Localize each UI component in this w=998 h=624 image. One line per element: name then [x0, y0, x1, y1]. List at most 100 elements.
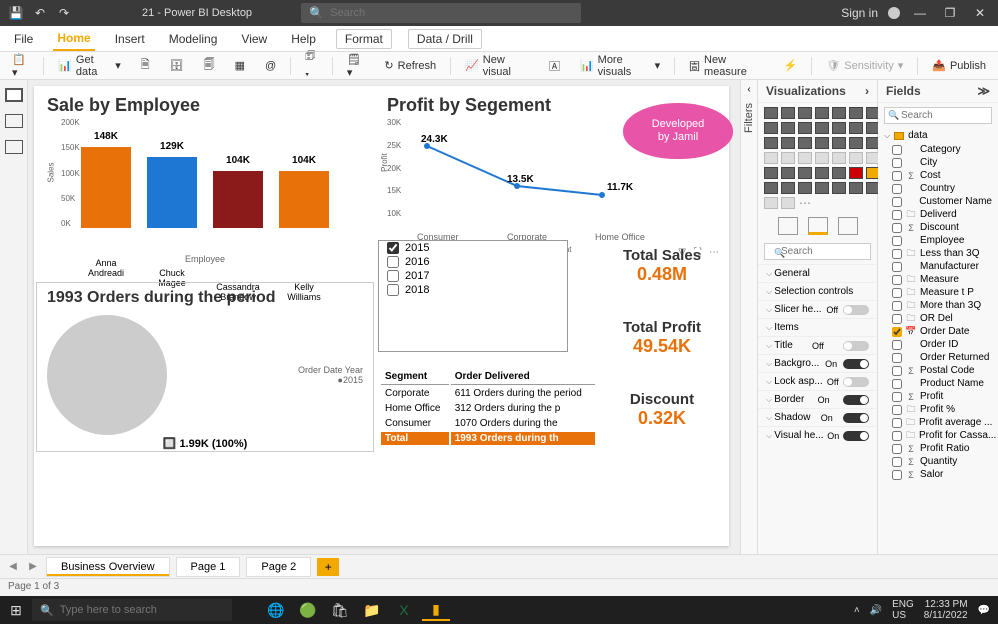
viz-type-icon[interactable]: [798, 107, 812, 119]
toggle[interactable]: [843, 395, 869, 405]
viz-type-icon[interactable]: [781, 197, 795, 209]
field-checkbox[interactable]: [892, 275, 902, 285]
more-viz-icon[interactable]: ⋯: [798, 197, 812, 209]
field-row[interactable]: 🗀Deliverd: [878, 208, 998, 221]
viz-type-icon[interactable]: [781, 107, 795, 119]
field-row[interactable]: ΣProfit Ratio: [878, 442, 998, 455]
field-checkbox[interactable]: [892, 171, 902, 181]
viz-type-icon[interactable]: [832, 107, 846, 119]
taskbar-app-store-icon[interactable]: 🛍: [326, 599, 354, 621]
toggle[interactable]: [843, 377, 869, 387]
field-row[interactable]: 🗀OR Del: [878, 312, 998, 325]
field-row[interactable]: ΣProfit: [878, 390, 998, 403]
format-section[interactable]: Selection controls: [758, 282, 877, 300]
close-icon[interactable]: ✕: [970, 3, 990, 23]
fields-well-icon[interactable]: [778, 217, 798, 235]
field-checkbox[interactable]: [892, 444, 902, 454]
next-page-icon[interactable]: ▶: [26, 561, 40, 572]
tell-me-input[interactable]: [330, 7, 573, 19]
fields-list[interactable]: ⌵data CategoryCityΣCostCountryCustomer N…: [878, 128, 998, 554]
avatar-icon[interactable]: [888, 7, 900, 19]
visual-orders-donut[interactable]: 1993 Orders during the period Order Date…: [36, 282, 374, 452]
field-checkbox[interactable]: [892, 366, 902, 376]
tab-file[interactable]: File: [10, 28, 37, 50]
format-section[interactable]: ShadowOn: [758, 408, 877, 426]
field-checkbox[interactable]: [892, 470, 902, 480]
field-checkbox[interactable]: [892, 223, 902, 233]
visual-segment-table[interactable]: SegmentOrder Delivered Corporate611 Orde…: [378, 366, 598, 456]
viz-type-icon[interactable]: [764, 152, 778, 164]
field-checkbox[interactable]: [892, 184, 902, 194]
get-data-button[interactable]: 📊 Get data ▾: [52, 52, 127, 80]
format-well-icon[interactable]: [808, 217, 828, 235]
report-view-icon[interactable]: [5, 88, 23, 102]
format-section[interactable]: TitleOff: [758, 336, 877, 354]
field-checkbox[interactable]: [892, 457, 902, 467]
field-checkbox[interactable]: [892, 301, 902, 311]
field-row[interactable]: Order Returned: [878, 351, 998, 364]
field-checkbox[interactable]: [892, 327, 902, 337]
visual-sale-by-employee[interactable]: Sale by Employee Sales 200K150K100K50K0K…: [36, 88, 374, 278]
data-view-icon[interactable]: [5, 114, 23, 128]
field-checkbox[interactable]: [892, 340, 902, 350]
taskbar-app-chrome-icon[interactable]: 🟢: [294, 599, 322, 621]
viz-type-icon[interactable]: [815, 137, 829, 149]
field-row[interactable]: Product Name: [878, 377, 998, 390]
taskbar-app-excel-icon[interactable]: X: [390, 599, 418, 621]
viz-type-icon[interactable]: [815, 152, 829, 164]
tray-chevron-icon[interactable]: ˄: [854, 605, 860, 616]
slicer-checkbox[interactable]: [387, 284, 399, 296]
field-checkbox[interactable]: [892, 236, 902, 246]
viz-type-icon[interactable]: [764, 137, 778, 149]
field-checkbox[interactable]: [892, 418, 902, 428]
canvas-scroll[interactable]: Sale by Employee Sales 200K150K100K50K0K…: [28, 80, 740, 554]
format-section[interactable]: BorderOn: [758, 390, 877, 408]
taskbar-app-edge-icon[interactable]: 🌐: [262, 599, 290, 621]
manage-model-icon[interactable]: 🗒▾: [341, 51, 371, 81]
viz-type-r-icon[interactable]: [849, 167, 863, 179]
field-row[interactable]: 🗀Profit average ...: [878, 416, 998, 429]
card-total-profit[interactable]: Total Profit 49.54K: [600, 318, 724, 378]
viz-type-icon[interactable]: [764, 197, 778, 209]
card-total-sales[interactable]: Total Sales 0.48M: [600, 246, 724, 306]
field-checkbox[interactable]: [892, 392, 902, 402]
collapse-viz-icon[interactable]: ›: [865, 84, 869, 98]
viz-type-icon[interactable]: [815, 167, 829, 179]
slicer-checkbox[interactable]: [387, 256, 399, 268]
viz-type-icon[interactable]: [832, 122, 846, 134]
page-tab[interactable]: Business Overview: [46, 557, 170, 577]
field-checkbox[interactable]: [892, 210, 902, 220]
field-row[interactable]: Employee: [878, 234, 998, 247]
viz-type-icon[interactable]: [798, 167, 812, 179]
field-row[interactable]: 🗀Measure t P: [878, 286, 998, 299]
format-section[interactable]: General: [758, 264, 877, 282]
viz-type-icon[interactable]: [781, 137, 795, 149]
format-section[interactable]: Items: [758, 318, 877, 336]
report-canvas[interactable]: Sale by Employee Sales 200K150K100K50K0K…: [34, 86, 729, 546]
recent-sources-icon[interactable]: @: [259, 58, 282, 74]
page-tab[interactable]: Page 2: [246, 557, 311, 577]
minimize-icon[interactable]: —: [910, 3, 930, 23]
viz-type-icon[interactable]: [815, 182, 829, 194]
viz-type-icon[interactable]: [764, 122, 778, 134]
field-row[interactable]: ΣPostal Code: [878, 364, 998, 377]
viz-type-icon[interactable]: [781, 122, 795, 134]
taskbar-app-powerbi-icon[interactable]: ▮: [422, 599, 450, 621]
viz-type-icon[interactable]: [849, 122, 863, 134]
viz-type-icon[interactable]: [849, 152, 863, 164]
prev-page-icon[interactable]: ◀: [6, 561, 20, 572]
viz-type-icon[interactable]: [849, 182, 863, 194]
toggle[interactable]: [843, 305, 869, 315]
collapse-fields-icon[interactable]: ≫: [977, 84, 990, 98]
field-checkbox[interactable]: [892, 145, 902, 155]
viz-type-icon[interactable]: [832, 137, 846, 149]
toggle[interactable]: [843, 431, 869, 441]
new-measure-button[interactable]: 圁 New measure: [683, 52, 770, 80]
restore-icon[interactable]: ❐: [940, 3, 960, 23]
viz-type-icon[interactable]: [832, 152, 846, 164]
field-checkbox[interactable]: [892, 314, 902, 324]
tab-format[interactable]: Format: [336, 29, 392, 49]
enter-data-icon[interactable]: 🗐: [198, 54, 221, 77]
field-row[interactable]: Country: [878, 182, 998, 195]
field-row[interactable]: ΣDiscount: [878, 221, 998, 234]
